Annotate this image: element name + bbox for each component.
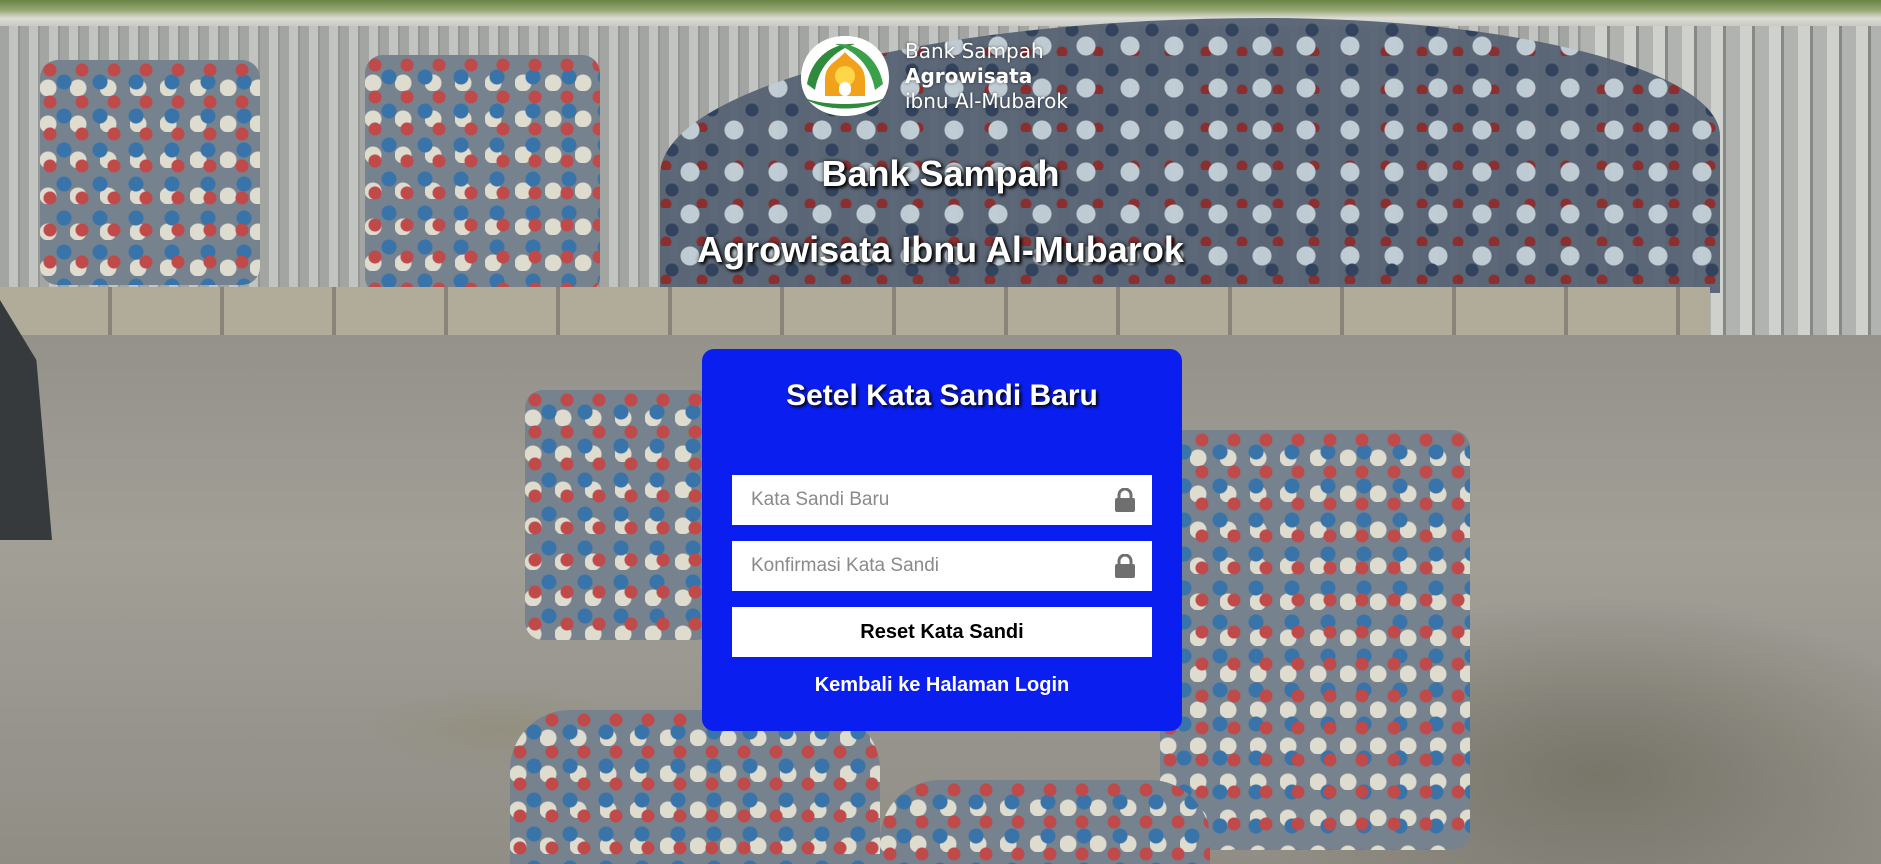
reset-password-page: Bank Sampah Agrowisata ibnu Al-Mubarok B…: [0, 0, 1881, 864]
lock-icon: [1114, 487, 1136, 512]
reset-password-button[interactable]: Reset Kata Sandi: [732, 607, 1152, 657]
new-password-input[interactable]: [732, 476, 1114, 524]
reset-password-card: Setel Kata Sandi Baru Reset Kata Sandi K…: [702, 349, 1182, 731]
back-to-login-link[interactable]: Kembali ke Halaman Login: [702, 674, 1182, 697]
hero-title: Bank Sampah: [821, 153, 1060, 194]
confirm-password-field: [732, 541, 1152, 591]
brand-logo-text: Bank Sampah Agrowisata ibnu Al-Mubarok: [905, 39, 1068, 114]
confirm-password-input[interactable]: [732, 542, 1114, 590]
new-password-field: [732, 475, 1152, 525]
brand-line-2: Agrowisata: [905, 63, 1033, 88]
brand-logo: Bank Sampah Agrowisata ibnu Al-Mubarok: [797, 32, 1068, 120]
lock-icon: [1114, 553, 1136, 578]
brand-line-1: Bank Sampah: [905, 38, 1044, 63]
hero-subtitle: Agrowisata Ibnu Al-Mubarok: [697, 229, 1184, 270]
brand-line-3: ibnu Al-Mubarok: [905, 88, 1068, 113]
mosque-leaf-logo-icon: [797, 32, 893, 120]
card-title: Setel Kata Sandi Baru: [786, 379, 1098, 412]
